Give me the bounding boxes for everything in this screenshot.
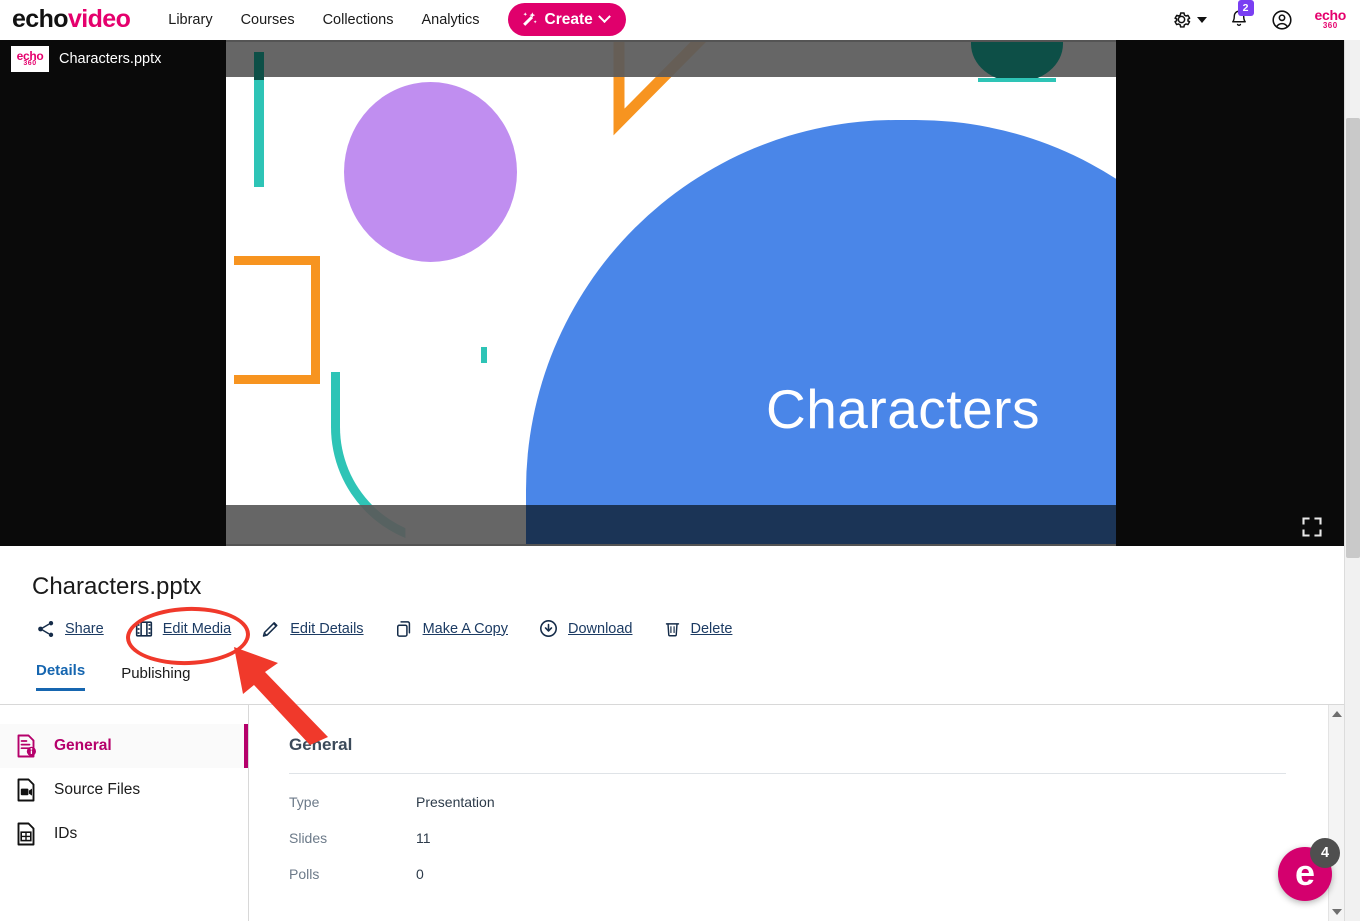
sidebar-label-ids: IDs (54, 825, 78, 842)
notifications-button[interactable]: 2 (1229, 0, 1254, 31)
download-label: Download (568, 620, 633, 637)
create-button[interactable]: Create (507, 3, 626, 36)
trash-icon (665, 622, 679, 636)
detail-sidebar: General Source Files IDs (0, 705, 249, 921)
delete-label: Delete (690, 620, 733, 637)
field-row-type: Type Presentation (289, 794, 1344, 810)
content-divider (289, 773, 1286, 774)
page-scrollbar[interactable] (1344, 40, 1360, 921)
document-info-icon (17, 734, 36, 758)
slide-shape-navy-foot (526, 505, 1116, 544)
edit-media-button[interactable]: Edit Media (134, 619, 232, 639)
slide-shape-teal-tick (481, 347, 487, 363)
logo-text-echo: echo (12, 5, 69, 33)
field-key-polls: Polls (289, 866, 320, 882)
nav-link-library[interactable]: Library (168, 12, 212, 28)
pencil-icon (262, 621, 278, 637)
sidebar-label-source-files: Source Files (54, 781, 141, 798)
logo-text-video: video (67, 5, 131, 33)
slide-shape-orange-square (234, 256, 320, 384)
delete-button[interactable]: Delete (663, 619, 733, 639)
content-scrollbar[interactable] (1328, 705, 1344, 921)
slide-title-text: Characters (766, 378, 1040, 440)
account-circle-icon (1271, 9, 1292, 30)
slide-shape-purple-ellipse (344, 82, 517, 262)
create-button-label: Create (544, 10, 593, 28)
edit-details-button[interactable]: Edit Details (261, 619, 364, 639)
share-icon (38, 620, 54, 637)
account-button[interactable] (1271, 9, 1293, 31)
slide-shape-blue-dome (526, 120, 1116, 520)
content-heading: General (289, 735, 353, 754)
player-echo360-logo: echo 360 (11, 46, 49, 72)
nav-right-cluster: 2 echo 360 (1171, 0, 1360, 31)
field-value-polls: 0 (416, 866, 424, 882)
field-key-slides: Slides (289, 830, 328, 846)
magic-wand-icon (521, 11, 538, 28)
tab-publishing[interactable]: Publishing (121, 665, 190, 691)
slide-shape-dark-bar (254, 52, 264, 80)
player-logo-bottom: 360 (23, 60, 37, 68)
notification-badge: 2 (1237, 0, 1254, 16)
top-navigation-bar: echovideo Library Courses Collections An… (0, 0, 1360, 40)
copy-icon (396, 620, 410, 637)
echo360-logo: echo 360 (1315, 8, 1347, 30)
action-toolbar: Share Edit Media Edit Details Make A Cop… (36, 618, 1344, 639)
share-label: Share (65, 620, 104, 637)
download-button[interactable]: Download (538, 618, 633, 639)
sidebar-item-source-files[interactable]: Source Files (0, 768, 248, 812)
slide-shape-green-dome-underline (978, 78, 1056, 82)
media-player: echo 360 Characters.pptx Characters (0, 40, 1360, 546)
echo360-logo-bottom: 360 (1322, 20, 1338, 30)
detail-body: General Source Files IDs General Type Pr… (0, 705, 1344, 921)
player-filename: Characters.pptx (59, 51, 162, 67)
echovideo-logo[interactable]: echovideo (12, 5, 131, 33)
sidebar-label-general: General (54, 737, 112, 754)
field-value-slides: 11 (416, 830, 431, 846)
field-row-slides: Slides 11 (289, 830, 1344, 846)
nav-link-collections[interactable]: Collections (323, 12, 394, 28)
document-grid-icon (17, 822, 35, 846)
fullscreen-icon[interactable] (1300, 515, 1324, 539)
field-row-polls: Polls 0 (289, 866, 1344, 882)
main-nav-links: Library Courses Collections Analytics (168, 12, 479, 28)
edit-details-label: Edit Details (290, 620, 364, 637)
gear-icon (1173, 12, 1190, 28)
field-key-type: Type (289, 794, 320, 810)
chevron-down-icon (597, 10, 611, 24)
slide-preview[interactable]: Characters (226, 42, 1116, 544)
edit-media-label: Edit Media (162, 620, 232, 637)
player-title-bar: echo 360 Characters.pptx (0, 40, 226, 78)
nav-link-analytics[interactable]: Analytics (422, 12, 480, 28)
help-launcher-button[interactable]: e 4 (1278, 838, 1340, 901)
page-scrollbar-thumb[interactable] (1346, 118, 1360, 558)
film-strip-icon (135, 620, 152, 637)
sidebar-item-ids[interactable]: IDs (0, 812, 248, 856)
scroll-down-arrow-icon[interactable] (1332, 909, 1342, 915)
detail-content-pane: General Type Presentation Slides 11 Poll… (249, 705, 1344, 921)
settings-menu-button[interactable] (1171, 9, 1207, 30)
make-a-copy-label: Make A Copy (422, 620, 508, 637)
nav-link-courses[interactable]: Courses (241, 12, 295, 28)
caret-down-icon (1196, 16, 1207, 23)
download-cloud-icon (540, 620, 557, 637)
sidebar-item-general[interactable]: General (0, 724, 248, 768)
page-title: Characters.pptx (32, 573, 202, 600)
detail-header: Characters.pptx Share Edit Media Edit De… (0, 546, 1344, 691)
field-value-type: Presentation (416, 794, 495, 810)
detail-tabs: Details Publishing (36, 657, 1344, 691)
share-button[interactable]: Share (36, 619, 104, 639)
document-video-icon (17, 778, 35, 802)
scroll-up-arrow-icon[interactable] (1332, 711, 1342, 717)
tab-details[interactable]: Details (36, 662, 86, 691)
make-a-copy-button[interactable]: Make A Copy (394, 619, 508, 639)
help-unread-badge: 4 (1310, 838, 1340, 868)
